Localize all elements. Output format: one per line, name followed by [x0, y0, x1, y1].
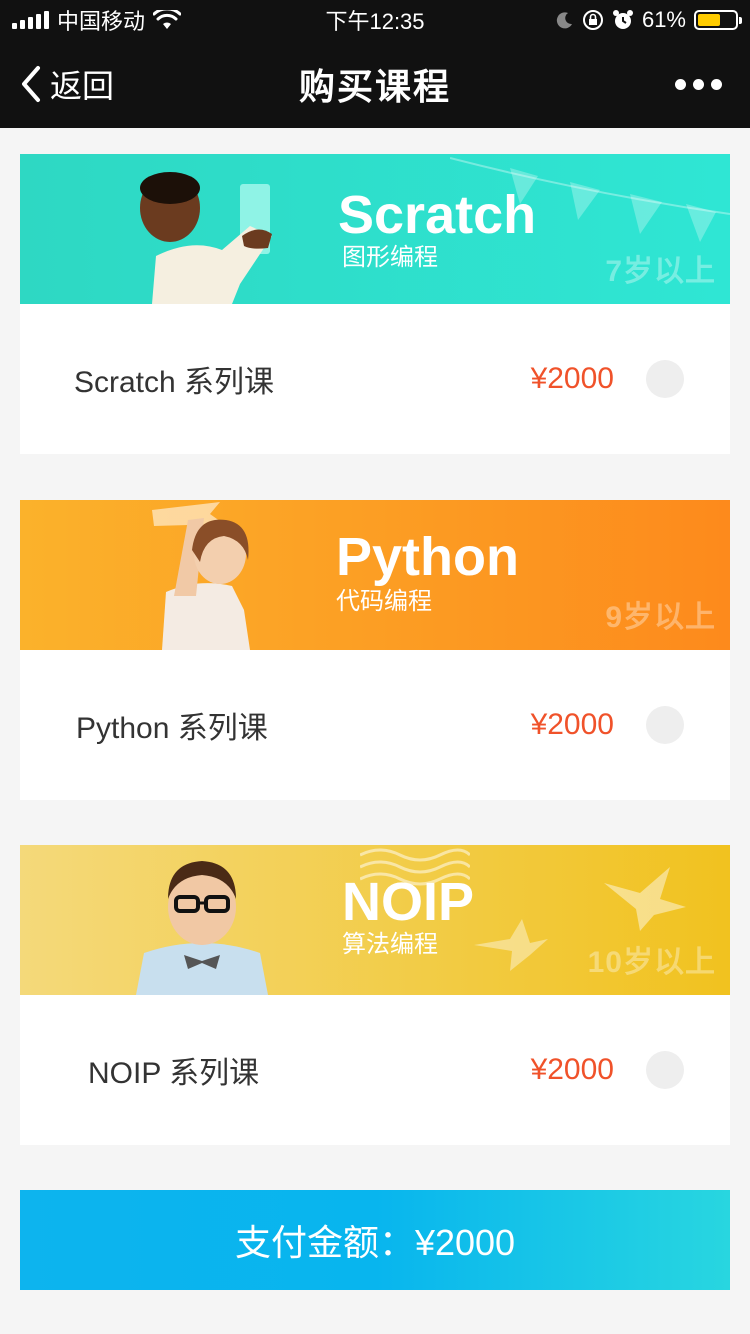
- banner-title: NOIP: [342, 872, 475, 932]
- more-dot: [675, 78, 686, 90]
- signal-icon: [12, 11, 49, 29]
- carrier-label: 中国移动: [57, 9, 146, 34]
- chevron-left-icon: [22, 66, 40, 102]
- course-card-scratch: Scratch 图形编程 7岁以上 Scratch 系列课 ¥2000: [20, 154, 730, 454]
- nav-bar: 返回 购买课程: [0, 40, 750, 128]
- bird-decoration: [604, 867, 686, 931]
- rotation-lock-icon: [582, 10, 603, 30]
- child-photo: [140, 172, 272, 304]
- select-radio[interactable]: [646, 1051, 684, 1089]
- status-right: 61%: [556, 7, 742, 33]
- bird-decoration: [474, 919, 548, 971]
- select-radio[interactable]: [646, 360, 684, 398]
- alarm-icon: [612, 10, 633, 29]
- age-badge: 9岁以上: [605, 601, 716, 634]
- banner-subtitle: 代码编程: [336, 588, 432, 615]
- course-banner: NOIP 算法编程 10岁以上: [20, 845, 730, 995]
- back-label: 返回: [50, 68, 115, 104]
- select-radio[interactable]: [646, 706, 684, 744]
- pay-button[interactable]: 支付金额：¥2000: [20, 1190, 730, 1290]
- pay-amount-label: 支付金额：¥2000: [234, 1222, 516, 1263]
- course-option-row[interactable]: NOIP 系列课 ¥2000: [20, 995, 730, 1145]
- wifi-icon: [153, 10, 182, 29]
- battery-icon: [694, 10, 742, 30]
- course-name: Scratch 系列课: [74, 366, 275, 399]
- course-banner: Scratch 图形编程 7岁以上: [20, 154, 730, 304]
- status-left: 中国移动: [12, 4, 182, 36]
- status-time: 下午12:35: [325, 9, 425, 34]
- page-title: 购买课程: [298, 66, 451, 107]
- banner-title: Scratch: [338, 185, 537, 245]
- battery-percent: 61%: [641, 7, 686, 32]
- banner-title: Python: [336, 527, 519, 587]
- course-price: ¥2000: [530, 362, 614, 395]
- more-dot: [693, 78, 704, 90]
- status-bar: 中国移动 下午12:35 61%: [0, 0, 750, 40]
- course-price: ¥2000: [530, 708, 614, 741]
- banner-subtitle: 图形编程: [342, 244, 438, 271]
- course-option-row[interactable]: Scratch 系列课 ¥2000: [20, 304, 730, 454]
- more-dot: [711, 78, 722, 90]
- back-button[interactable]: 返回: [18, 40, 114, 128]
- more-button[interactable]: [675, 40, 722, 128]
- course-name: Python 系列课: [76, 712, 268, 745]
- age-badge: 7岁以上: [605, 255, 716, 288]
- child-photo: [136, 861, 268, 995]
- course-price: ¥2000: [530, 1053, 614, 1086]
- course-name: NOIP 系列课: [88, 1057, 260, 1090]
- course-option-row[interactable]: Python 系列课 ¥2000: [20, 650, 730, 800]
- course-banner: Python 代码编程 9岁以上: [20, 500, 730, 650]
- child-photo: [162, 518, 250, 650]
- moon-icon: [556, 12, 572, 29]
- course-card-noip: NOIP 算法编程 10岁以上 NOIP 系列课 ¥2000: [20, 845, 730, 1145]
- age-badge: 10岁以上: [587, 946, 716, 979]
- course-card-python: Python 代码编程 9岁以上 Python 系列课 ¥2000: [20, 500, 730, 800]
- banner-subtitle: 算法编程: [342, 931, 438, 958]
